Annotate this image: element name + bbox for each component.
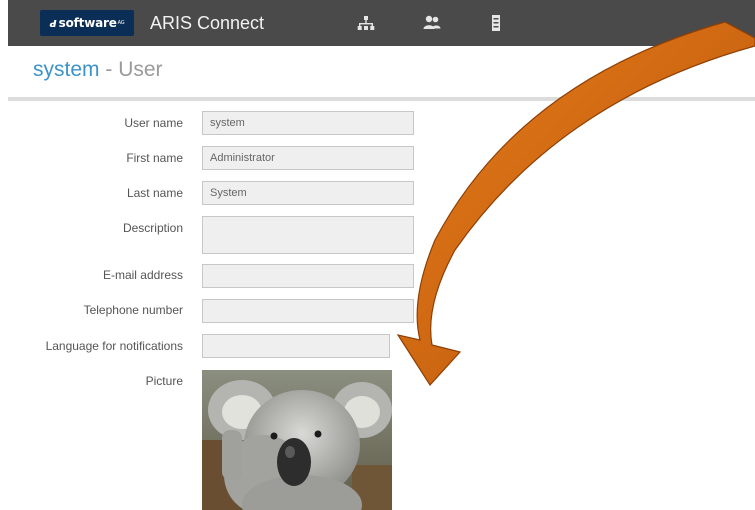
language-select[interactable] (202, 334, 390, 358)
top-navigation-bar: ԁ software AG ARIS Connect (0, 0, 755, 46)
picture-label: Picture (145, 374, 183, 388)
user-name-field[interactable]: system (202, 111, 414, 135)
object-type: User (118, 58, 163, 81)
window-edge (0, 0, 8, 46)
software-ag-logo[interactable]: ԁ software AG (40, 10, 134, 36)
last-name-field[interactable]: System (202, 181, 414, 205)
language-label: Language for notifications (45, 339, 183, 353)
email-label: E-mail address (102, 268, 183, 282)
title-separator: - (99, 58, 119, 81)
telephone-label: Telephone number (83, 303, 183, 317)
description-field[interactable] (202, 216, 414, 254)
last-name-label: Last name (126, 186, 183, 200)
document-icon[interactable] (486, 14, 506, 32)
logo-text: software (58, 16, 117, 30)
logo-mark: AG (117, 20, 125, 26)
object-name: system (33, 58, 100, 81)
users-icon[interactable] (422, 14, 442, 32)
email-field[interactable] (202, 264, 414, 288)
first-name-label: First name (126, 151, 183, 165)
page-title: system - User (33, 58, 163, 82)
description-label: Description (122, 221, 183, 235)
user-picture[interactable] (202, 370, 392, 510)
user-name-label: User name (124, 116, 183, 130)
first-name-field[interactable]: Administrator (202, 146, 414, 170)
header-divider (8, 97, 755, 101)
telephone-field[interactable] (202, 299, 414, 323)
hierarchy-icon[interactable] (356, 14, 376, 32)
app-title: ARIS Connect (150, 13, 265, 33)
